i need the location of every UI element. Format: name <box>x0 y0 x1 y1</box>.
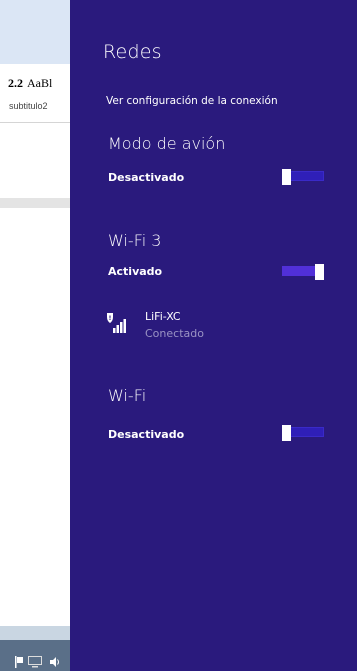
svg-text:!: ! <box>109 315 112 322</box>
background-app-window: 2.2 AaBl subtitulo2 <box>0 0 70 671</box>
wifi3-state: Activado <box>108 265 163 278</box>
networks-panel: Redes Ver configuración de la conexión M… <box>70 0 357 671</box>
network-name: LiFi-XC <box>145 310 181 323</box>
network-tray-icon[interactable] <box>28 656 42 668</box>
status-bar <box>0 626 70 640</box>
action-center-flag-icon[interactable] <box>14 656 24 668</box>
airplane-mode-heading: Modo de avión <box>108 134 226 153</box>
wifi-heading: Wi-Fi <box>108 386 147 405</box>
wifi3-heading: Wi-Fi 3 <box>108 231 162 250</box>
ribbon-area <box>0 0 70 65</box>
view-connection-settings-link[interactable]: Ver configuración de la conexión <box>106 95 278 107</box>
volume-icon[interactable] <box>50 656 60 668</box>
document-area <box>0 123 70 198</box>
wifi-secured-icon: ! <box>107 313 126 333</box>
style-sample: AaBl <box>27 76 53 90</box>
style-number: 2.2 <box>8 76 23 90</box>
toggle-thumb[interactable] <box>282 169 291 185</box>
toggle-thumb[interactable] <box>315 264 324 280</box>
network-status: Conectado <box>145 327 204 340</box>
airplane-mode-toggle[interactable] <box>282 169 324 185</box>
document-divider <box>0 198 70 208</box>
wifi-toggle[interactable] <box>282 425 324 441</box>
wifi-state: Desactivado <box>108 428 185 441</box>
style-name: 2.2 AaBl <box>8 76 52 91</box>
wifi3-toggle[interactable] <box>282 264 324 280</box>
style-subtitle: subtitulo2 <box>9 101 48 111</box>
taskbar <box>0 640 70 671</box>
styles-gallery[interactable]: 2.2 AaBl subtitulo2 <box>0 64 70 123</box>
network-item-lifi-xc[interactable]: ! LiFi-XC Conectado <box>105 310 305 346</box>
panel-title: Redes <box>103 41 162 63</box>
document-area-lower <box>0 208 70 626</box>
toggle-thumb[interactable] <box>282 425 291 441</box>
airplane-mode-state: Desactivado <box>108 171 185 184</box>
